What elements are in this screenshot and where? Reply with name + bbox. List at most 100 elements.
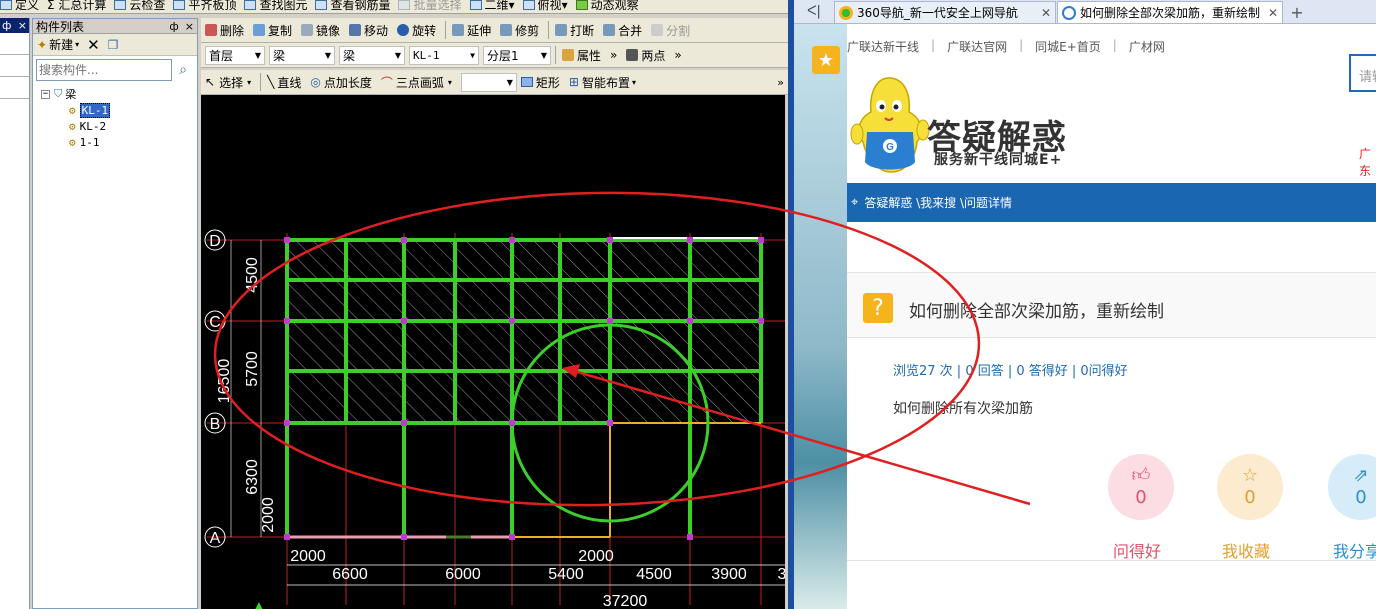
cad-application: 定义 Σ 汇总计算 云检查 平齐板顶 查找图元 查看钢筋量 批量选择 二维 ▾ … xyxy=(0,0,788,609)
menu-batch-select[interactable]: 批量选择 xyxy=(398,0,462,13)
nav-row[interactable] xyxy=(0,55,29,77)
smart-layout-button[interactable]: ⊞ 智能布置 ▾ xyxy=(569,74,636,91)
breadcrumb-bar: ⌖ 答疑解惑 \我来搜 \问题详情 xyxy=(847,183,1376,222)
toolbar-separator xyxy=(555,46,556,64)
rotate-button[interactable]: 旋转 xyxy=(397,22,436,39)
region-link[interactable]: 广东 xyxy=(1359,145,1376,179)
menu-define[interactable]: 定义 xyxy=(0,0,39,13)
link-separator: | xyxy=(1112,38,1117,52)
mirror-icon xyxy=(301,24,314,36)
extend-button[interactable]: 延伸 xyxy=(452,22,491,39)
copy-button[interactable]: 复制 xyxy=(253,22,292,39)
menu-view-rebar[interactable]: 查看钢筋量 xyxy=(315,0,390,13)
question-stats[interactable]: 浏览27 次 | 0 回答 | 0 答得好 | 0问得好 xyxy=(893,360,1128,379)
toolbar-separator xyxy=(548,21,550,39)
chevron-down-icon: ▼ xyxy=(324,50,331,60)
break-button[interactable]: 打断 xyxy=(555,22,594,39)
toolbar-overflow-chevron[interactable]: » xyxy=(674,48,681,62)
merge-button[interactable]: 合并 xyxy=(603,22,642,39)
breadcrumb[interactable]: 答疑解惑 \我来搜 \问题详情 xyxy=(864,194,1012,211)
two-points-button[interactable]: 两点 xyxy=(626,47,665,64)
collapse-icon[interactable]: − xyxy=(41,89,50,99)
mirror-button[interactable]: 镜像 xyxy=(301,22,340,39)
menu-summary-calc[interactable]: Σ 汇总计算 xyxy=(47,0,106,13)
site-search-input[interactable]: 请输 xyxy=(1349,54,1376,92)
floor-select[interactable]: 首层 ▼ xyxy=(205,45,265,65)
rectangle-button[interactable]: 矩形 xyxy=(520,74,560,91)
three-point-arc-button[interactable]: ⌒ 三点画弧 ▾ xyxy=(381,74,452,91)
dim-5400: 5400 xyxy=(548,566,584,583)
menu-orbit[interactable]: 动态观察 xyxy=(575,0,639,13)
split-label: 分割 xyxy=(666,23,691,38)
nav-row[interactable] xyxy=(0,33,29,55)
pin-icon[interactable]: ф xyxy=(169,20,178,33)
tab-close-icon[interactable]: ✕ xyxy=(1268,6,1278,20)
tree-item[interactable]: ⚙ KL-1 xyxy=(41,102,197,118)
tab-scroll-left-button[interactable]: ᐸ| xyxy=(794,0,834,23)
chevron-down-icon: ▾ xyxy=(75,40,80,49)
copy-component-icon[interactable]: ❐ xyxy=(108,38,119,52)
link-glodon-official[interactable]: 广联达官网 xyxy=(947,38,1007,55)
toolbar-overflow-chevron[interactable]: » xyxy=(610,48,617,62)
component-tree: − ⛉ 梁 ⚙ KL-1 ⚙ KL-2 ⚙ 1-1 xyxy=(33,84,197,150)
menu-top-view[interactable]: 俯视 ▾ xyxy=(522,0,568,13)
chevron-down-icon: ▼ xyxy=(540,50,547,60)
arc-option-select[interactable]: ▼ xyxy=(460,72,517,92)
component-search-input[interactable] xyxy=(36,59,172,81)
close-icon[interactable]: × xyxy=(185,20,194,33)
line-button[interactable]: ╲ 直线 xyxy=(267,74,301,91)
orbit-icon xyxy=(575,0,588,10)
question-title: 如何删除全部次梁加筋，重新绘制 xyxy=(909,302,1164,322)
trim-button[interactable]: 修剪 xyxy=(500,22,539,39)
menu-cloud-check[interactable]: 云检查 xyxy=(114,0,165,13)
search-icon[interactable]: ⌕ xyxy=(172,59,194,81)
tab-360-nav[interactable]: 360导航_新一代安全上网导航 ✕ xyxy=(834,1,1056,23)
select-button[interactable]: ↖ 选择 ▾ xyxy=(205,74,251,91)
layer-select[interactable]: 分层1 ▼ xyxy=(483,45,551,65)
toolbar-overflow-chevron[interactable]: » xyxy=(777,76,784,89)
move-button[interactable]: 移动 xyxy=(349,22,388,39)
element-name-select[interactable]: KL-1 ▼ xyxy=(409,45,479,65)
dim-3900: 3900 xyxy=(711,566,747,583)
favorite-label[interactable]: 我收藏 xyxy=(1222,538,1270,562)
menu-find-element[interactable]: 查找图元 xyxy=(244,0,307,13)
favorite-button[interactable]: ☆ 0 xyxy=(1217,454,1283,520)
properties-button[interactable]: 属性 xyxy=(562,47,601,64)
share-button[interactable]: ⇗ 0 xyxy=(1328,454,1376,520)
favorites-star-icon[interactable]: ★ xyxy=(812,46,840,74)
nav-row[interactable] xyxy=(0,77,29,99)
mascot-logo[interactable]: G xyxy=(849,72,931,176)
link-guangcai[interactable]: 广材网 xyxy=(1129,38,1165,55)
element-type-select[interactable]: 梁 ▼ xyxy=(269,45,335,65)
tree-root[interactable]: − ⛉ 梁 xyxy=(41,86,197,102)
menu-2d[interactable]: 二维 ▾ xyxy=(469,0,515,13)
tree-item[interactable]: ⚙ KL-2 xyxy=(41,118,197,134)
tab-close-icon[interactable]: ✕ xyxy=(1041,6,1051,20)
new-component-button[interactable]: ✦ 新建 ▾ xyxy=(37,36,79,53)
like-question-button[interactable]: 👍︎ 0 xyxy=(1108,454,1174,520)
menu-flush-slab-top[interactable]: 平齐板顶 xyxy=(173,0,236,13)
tree-item[interactable]: ⚙ 1-1 xyxy=(41,134,197,150)
glodon-favicon-icon xyxy=(1062,5,1076,20)
360-favicon-icon xyxy=(839,5,853,20)
extend-icon xyxy=(452,24,465,36)
new-tab-button[interactable]: + xyxy=(1284,1,1310,23)
element-subtype-select[interactable]: 梁 ▼ xyxy=(339,45,405,65)
define-icon xyxy=(0,0,12,10)
merge-icon xyxy=(603,24,616,36)
pin-icon[interactable]: ф xyxy=(2,19,11,32)
like-label[interactable]: 问得好 xyxy=(1113,538,1161,562)
delete-component-icon[interactable]: ✕ xyxy=(87,36,100,54)
delete-button[interactable]: 删除 xyxy=(205,22,244,39)
share-label[interactable]: 我分享 xyxy=(1333,538,1376,562)
split-button[interactable]: 分割 xyxy=(651,22,690,39)
link-glodon-xinganxian[interactable]: 广联达新干线 xyxy=(847,38,919,55)
link-separator: | xyxy=(931,38,936,52)
drawing-canvas[interactable]: D C B A 4500 5700 16500 6300 2000 2000 2… xyxy=(201,95,785,609)
select-label: 选择 xyxy=(219,75,244,90)
tab-question[interactable]: 如何删除全部次梁加筋，重新绘制 ✕ xyxy=(1057,1,1283,23)
close-icon[interactable]: × xyxy=(18,19,27,32)
rotate-label: 旋转 xyxy=(412,23,437,38)
point-length-button[interactable]: ◎ 点加长度 xyxy=(310,74,372,91)
link-tongcheng-home[interactable]: 同城E+首页 xyxy=(1035,38,1101,55)
